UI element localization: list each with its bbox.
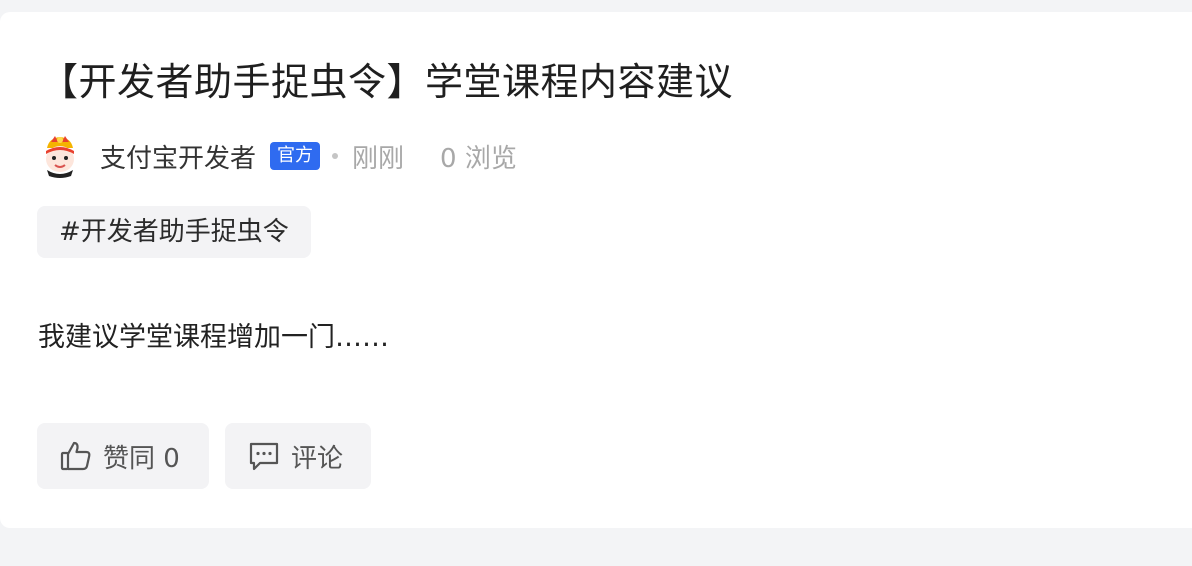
- thumbs-up-icon: [59, 439, 93, 473]
- comment-label: 评论: [291, 443, 344, 474]
- post-card: 【开发者助手捉虫令】学堂课程内容建议 支付宝开发者 官方 刚刚 0 浏览 #开发…: [0, 12, 1192, 528]
- like-label: 赞同 0: [103, 443, 180, 474]
- comment-button[interactable]: 评论: [225, 423, 371, 489]
- post-time: 刚刚: [352, 143, 405, 174]
- post-meta: 支付宝开发者 官方 刚刚 0 浏览: [40, 134, 517, 178]
- view-count: 0 浏览: [440, 143, 517, 174]
- post-content: 我建议学堂课程增加一门……: [38, 322, 389, 353]
- comment-bubble-icon: [247, 439, 281, 473]
- official-badge: 官方: [270, 142, 321, 170]
- avatar-lion-dance-icon: [46, 136, 74, 178]
- author-name[interactable]: 支付宝开发者: [100, 138, 256, 175]
- post-title: 【开发者助手捉虫令】学堂课程内容建议: [40, 60, 734, 104]
- topic-tag[interactable]: #开发者助手捉虫令: [37, 206, 311, 258]
- like-button[interactable]: 赞同 0: [37, 423, 209, 489]
- author-avatar[interactable]: [40, 134, 80, 178]
- meta-separator-dot: [332, 153, 339, 159]
